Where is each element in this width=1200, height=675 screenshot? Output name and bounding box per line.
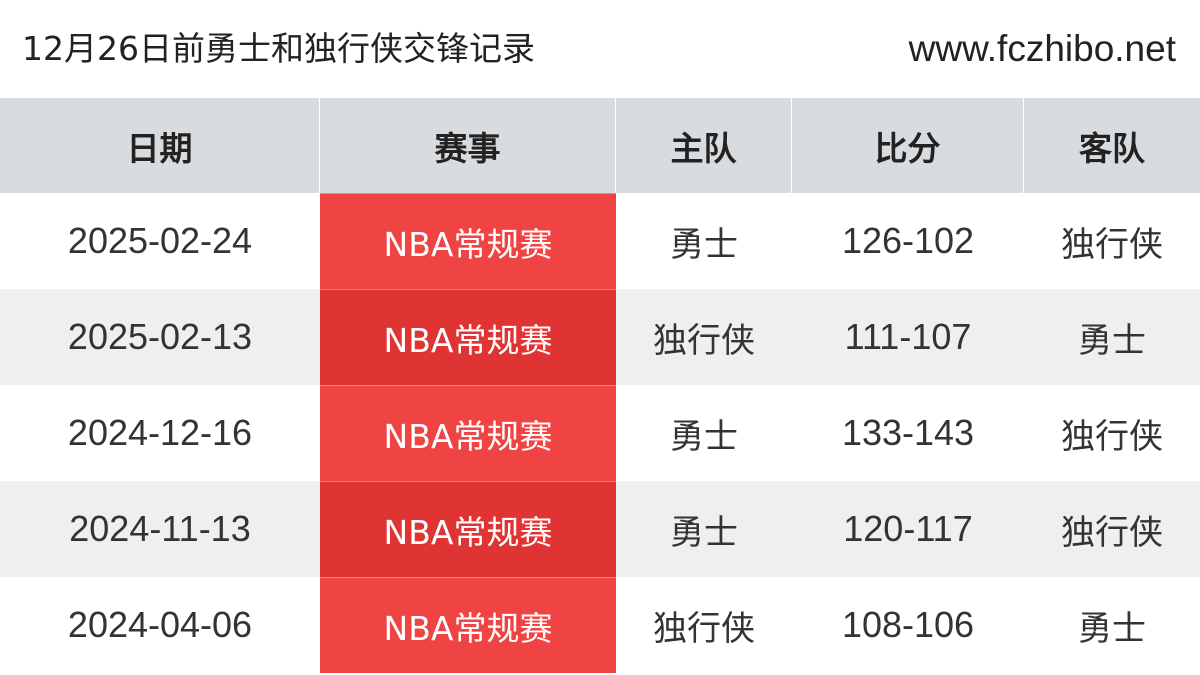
score-cell: 133-143	[792, 385, 1024, 481]
column-header-away: 客队	[1024, 98, 1200, 193]
date-cell: 2025-02-13	[0, 289, 320, 385]
match-cell[interactable]: NBA常规赛	[320, 481, 616, 577]
title-bar: 12月26日前勇士和独行侠交锋记录 www.fczhibo.net	[0, 0, 1200, 98]
date-cell: 2024-04-06	[0, 577, 320, 673]
score-cell: 120-117	[792, 481, 1024, 577]
score-cell: 126-102	[792, 193, 1024, 289]
home-team-cell: 独行侠	[616, 577, 792, 673]
away-team-cell: 独行侠	[1024, 481, 1200, 577]
away-team-cell: 勇士	[1024, 577, 1200, 673]
column-header-date: 日期	[0, 98, 320, 193]
home-team-cell: 独行侠	[616, 289, 792, 385]
score-cell: 108-106	[792, 577, 1024, 673]
score-cell: 111-107	[792, 289, 1024, 385]
away-team-cell: 勇士	[1024, 289, 1200, 385]
match-cell[interactable]: NBA常规赛	[320, 577, 616, 673]
column-header-score: 比分	[792, 98, 1024, 193]
match-cell[interactable]: NBA常规赛	[320, 193, 616, 289]
away-team-cell: 独行侠	[1024, 193, 1200, 289]
date-cell: 2024-11-13	[0, 481, 320, 577]
column-header-match: 赛事	[320, 98, 616, 193]
match-cell[interactable]: NBA常规赛	[320, 385, 616, 481]
site-url[interactable]: www.fczhibo.net	[909, 24, 1176, 74]
match-cell[interactable]: NBA常规赛	[320, 289, 616, 385]
head-to-head-table: 日期 赛事 主队 比分 客队 2025-02-24 NBA常规赛 勇士 126-…	[0, 98, 1200, 675]
page-title: 12月26日前勇士和独行侠交锋记录	[22, 29, 535, 68]
date-cell: 2025-02-24	[0, 193, 320, 289]
page: 12月26日前勇士和独行侠交锋记录 www.fczhibo.net 日期 赛事 …	[0, 0, 1200, 675]
home-team-cell: 勇士	[616, 481, 792, 577]
home-team-cell: 勇士	[616, 193, 792, 289]
date-cell: 2024-12-16	[0, 385, 320, 481]
home-team-cell: 勇士	[616, 385, 792, 481]
away-team-cell: 独行侠	[1024, 385, 1200, 481]
column-header-home: 主队	[616, 98, 792, 193]
